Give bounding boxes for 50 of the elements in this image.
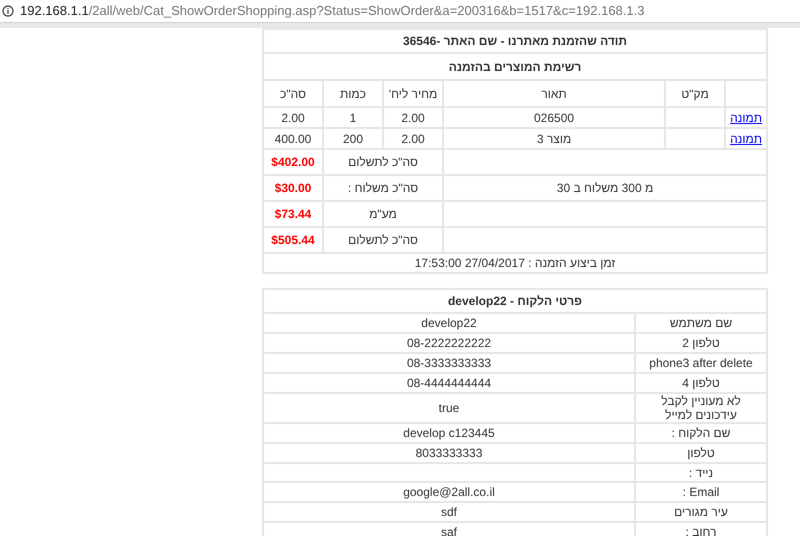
- shipping-note: מ 300 משלוח ב 30: [556, 181, 654, 195]
- field-value: sdf: [440, 505, 457, 519]
- table-cell: 2.00: [401, 132, 425, 146]
- total-label: סה"כ לתשלום: [348, 155, 418, 169]
- column-header: תאור: [541, 86, 567, 100]
- order-title: תודה שהזמנת מאתרנו - שם האתר -36546: [402, 34, 628, 48]
- total-label: סה"כ משלוח :: [348, 181, 418, 195]
- total-label: סה"כ לתשלום: [348, 233, 418, 247]
- field-label: עיר מגורים: [674, 505, 728, 519]
- field-value: google@2all.co.il: [403, 485, 495, 499]
- field-value: 08-2222222222: [406, 336, 492, 350]
- field-value: saf: [440, 525, 457, 536]
- field-label: שם הלקוח :: [672, 426, 730, 440]
- section-title: רשימת המוצרים בהזמנה: [448, 60, 582, 74]
- field-value: develop22: [421, 316, 477, 330]
- customer-title: פרטי הלקוח - develop22: [448, 294, 582, 308]
- field-label: טלפון 2: [682, 336, 720, 350]
- column-header: סה"כ: [280, 86, 306, 100]
- table-cell: מוצר 3: [536, 132, 572, 146]
- field-value: true: [438, 401, 460, 415]
- url-path: /2all/web/Cat_ShowOrderShopping.asp?Status=ShowOrder&a=200316&b=1517&c=192.168.1.3: [88, 3, 644, 18]
- field-label: Email :: [682, 485, 720, 499]
- field-value: develop c123445: [403, 426, 495, 440]
- field-label: phone3 after delete: [649, 356, 753, 370]
- table-cell: 2.00: [281, 110, 305, 124]
- field-value: 08-4444444444: [406, 376, 492, 390]
- total-label: מע"מ: [369, 207, 397, 221]
- total-value: $30.00: [274, 181, 312, 195]
- field-value: 08-3333333333: [406, 356, 492, 370]
- field-label: טלפון 4: [682, 376, 720, 390]
- info-icon: [2, 5, 14, 17]
- field-label: לא מעוניין לקבל עידכונים למייל: [661, 394, 741, 422]
- field-label: שם משתמש: [670, 316, 732, 330]
- order-time: זמן ביצוע הזמנה : 27/04/2017 17:53:00: [414, 256, 616, 270]
- field-label: טלפון: [687, 446, 715, 460]
- column-header: מחיר ליח': [388, 86, 438, 100]
- table-cell: 026500: [534, 110, 574, 124]
- total-value: $73.44: [274, 207, 312, 221]
- table-cell: 1: [350, 110, 356, 124]
- field-label: רחוב :: [686, 525, 716, 536]
- field-label: נייד :: [688, 466, 714, 480]
- total-value: $402.00: [271, 155, 315, 169]
- column-header: כמות: [340, 86, 366, 100]
- table-cell: 400.00: [274, 132, 312, 146]
- url-host: 192.168.1.1: [20, 3, 89, 18]
- table-cell: 200: [342, 132, 364, 146]
- total-value: $505.44: [271, 233, 315, 247]
- table-cell: 2.00: [401, 110, 425, 124]
- field-value: 8033333333: [416, 446, 482, 460]
- column-header: מק"ט: [681, 86, 709, 100]
